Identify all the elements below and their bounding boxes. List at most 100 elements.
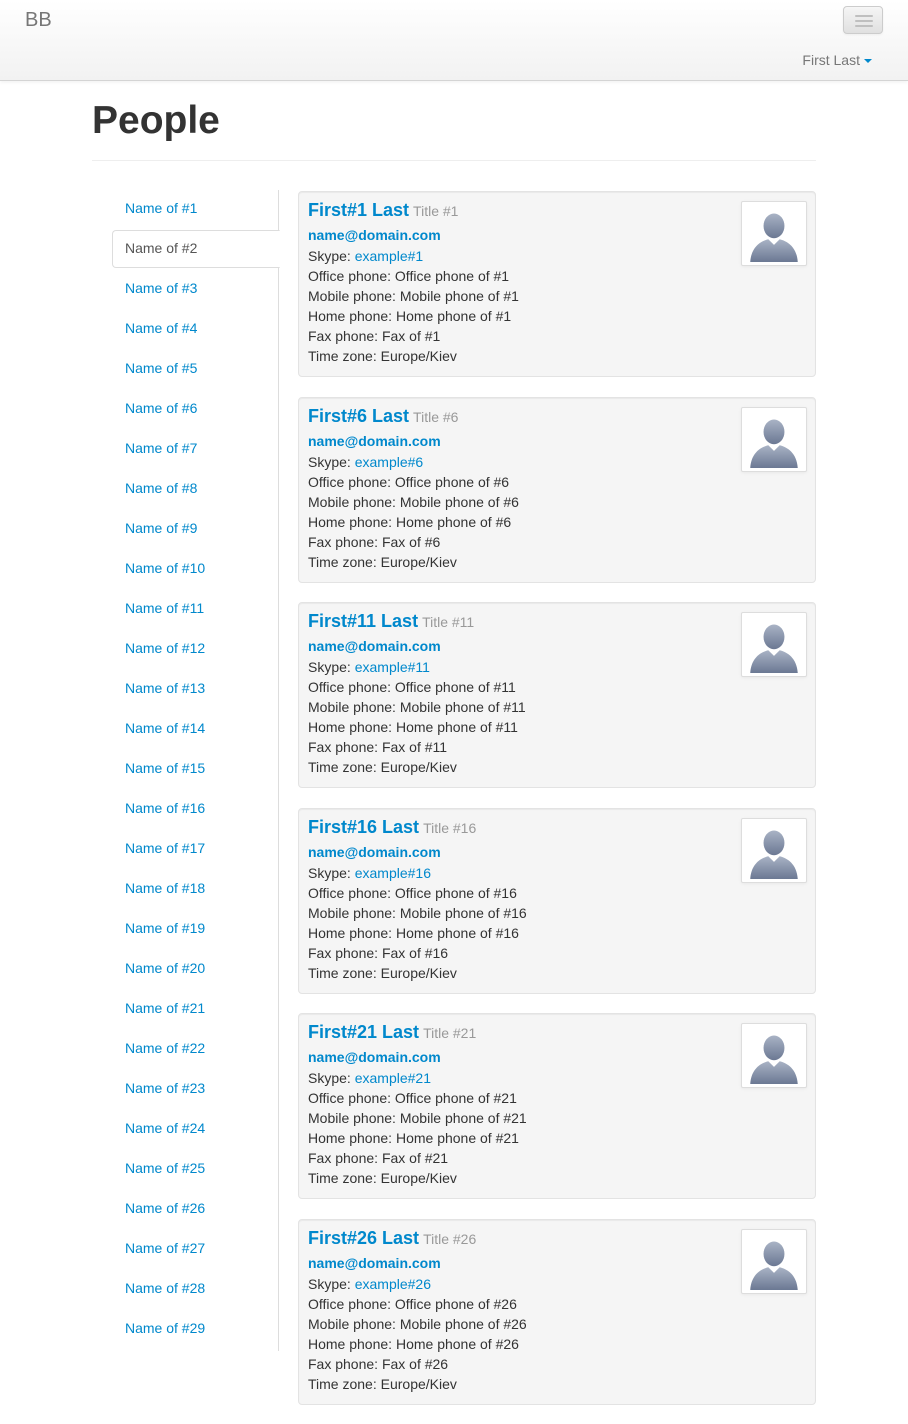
sidebar-item[interactable]: Name of #12 [112, 630, 279, 668]
sidebar-item-link[interactable]: Name of #8 [125, 480, 197, 496]
sidebar-item-link[interactable]: Name of #17 [125, 840, 205, 856]
avatar [741, 406, 807, 472]
person-email-link[interactable]: name@domain.com [308, 1049, 441, 1065]
person-name-link[interactable]: First#26 Last [308, 1228, 419, 1248]
sidebar-item[interactable]: Name of #6 [112, 390, 279, 428]
sidebar-item[interactable]: Name of #19 [112, 910, 279, 948]
person-name-link[interactable]: First#21 Last [308, 1022, 419, 1042]
sidebar-item[interactable]: Name of #18 [112, 870, 279, 908]
person-skype-link[interactable]: example#11 [355, 659, 430, 675]
menu-toggle-button[interactable] [843, 6, 883, 34]
person-skype-link[interactable]: example#1 [355, 248, 424, 264]
sidebar-item[interactable]: Name of #23 [112, 1070, 279, 1108]
sidebar-item[interactable]: Name of #10 [112, 550, 279, 588]
sidebar-item[interactable]: Name of #17 [112, 830, 279, 868]
user-menu[interactable]: First Last [802, 52, 872, 68]
person-skype-link[interactable]: example#26 [355, 1276, 431, 1292]
sidebar-item[interactable]: Name of #13 [112, 670, 279, 708]
sidebar-item-link[interactable]: Name of #20 [125, 960, 205, 976]
sidebar-item-link[interactable]: Name of #16 [125, 800, 205, 816]
sidebar-item[interactable]: Name of #16 [112, 790, 279, 828]
sidebar-item-link[interactable]: Name of #11 [125, 600, 204, 616]
person-skype-link[interactable]: example#6 [355, 454, 424, 470]
person-name-link[interactable]: First#6 Last [308, 406, 409, 426]
sidebar-item[interactable]: Name of #14 [112, 710, 279, 748]
person-office-label: Office phone: [308, 884, 395, 901]
sidebar-item-link[interactable]: Name of #1 [125, 200, 197, 216]
person-timezone-line: Time zone: Europe/Kiev [308, 759, 457, 775]
user-silhouette-icon [745, 410, 803, 468]
person-skype-line: Skype: example#16 [308, 865, 431, 881]
person-office-value: Office phone of #1 [394, 268, 510, 284]
person-name-link[interactable]: First#16 Last [308, 817, 419, 837]
sidebar-item-link[interactable]: Name of #9 [125, 520, 197, 536]
people-sidebar-nav: Name of #1 Name of #2 Name of #3 Name of #4… [112, 190, 280, 1351]
person-skype-link[interactable]: example#16 [355, 865, 431, 881]
person-mobile-label: Mobile phone: [308, 1315, 400, 1332]
sidebar-item[interactable]: Name of #1 [112, 190, 279, 228]
sidebar-item[interactable]: Name of #21 [112, 990, 279, 1028]
sidebar-item[interactable]: Name of #9 [112, 510, 279, 548]
person-name-link[interactable]: First#1 Last [308, 200, 409, 220]
person-email-link[interactable]: name@domain.com [308, 638, 441, 654]
person-timezone-value: Europe/Kiev [380, 1170, 457, 1186]
brand-link[interactable]: BB [25, 9, 52, 32]
sidebar-item-link[interactable]: Name of #28 [125, 1280, 205, 1296]
person-mobile-value: Mobile phone of #11 [399, 699, 526, 715]
person-fax-label: Fax phone: [308, 1150, 382, 1166]
person-email-link[interactable]: name@domain.com [308, 227, 441, 243]
sidebar-item[interactable]: Name of #5 [112, 350, 279, 388]
sidebar-item[interactable]: Name of #7 [112, 430, 279, 468]
sidebar-item-link[interactable]: Name of #7 [125, 440, 197, 456]
sidebar-item-link[interactable]: Name of #25 [125, 1160, 205, 1176]
sidebar-item-link[interactable]: Name of #4 [125, 320, 197, 336]
sidebar-item[interactable]: Name of #28 [112, 1270, 279, 1308]
sidebar-item[interactable]: Name of #22 [112, 1030, 279, 1068]
person-home-line: Home phone: Home phone of #21 [308, 1130, 519, 1146]
sidebar-item[interactable]: Name of #27 [112, 1230, 279, 1268]
sidebar-item[interactable]: Name of #4 [112, 310, 279, 348]
sidebar-item[interactable]: Name of #11 [112, 590, 279, 628]
sidebar-item[interactable]: Name of #20 [112, 950, 279, 988]
sidebar-item-link[interactable]: Name of #29 [125, 1320, 205, 1336]
person-fax-line: Fax phone: Fax of #21 [308, 1150, 448, 1166]
sidebar-item-link[interactable]: Name of #26 [125, 1200, 205, 1216]
sidebar-item-link[interactable]: Name of #23 [125, 1080, 205, 1096]
sidebar-item[interactable]: Name of #3 [112, 270, 279, 308]
person-office-value: Office phone of #21 [394, 1090, 517, 1106]
sidebar-item-link[interactable]: Name of #22 [125, 1040, 205, 1056]
person-email-link[interactable]: name@domain.com [308, 1255, 441, 1271]
person-header: First#6 Last Title #6 [308, 406, 458, 427]
sidebar-item-link[interactable]: Name of #10 [125, 560, 205, 576]
person-timezone-line: Time zone: Europe/Kiev [308, 554, 457, 570]
sidebar-item[interactable]: Name of #29 [112, 1310, 279, 1348]
sidebar-item-link[interactable]: Name of #3 [125, 280, 197, 296]
person-home-value: Home phone of #26 [395, 1335, 519, 1352]
person-name-link[interactable]: First#11 Last [308, 611, 418, 631]
sidebar-item-link[interactable]: Name of #19 [125, 920, 205, 936]
sidebar-item[interactable]: Name of #15 [112, 750, 279, 788]
sidebar-item-link[interactable]: Name of #13 [125, 680, 205, 696]
person-office-label: Office phone: [308, 1295, 395, 1312]
person-timezone-value: Europe/Kiev [380, 553, 457, 570]
sidebar-item-link[interactable]: Name of #14 [125, 720, 205, 736]
sidebar-item[interactable]: Name of #24 [112, 1110, 279, 1148]
sidebar-item-link[interactable]: Name of #18 [125, 880, 205, 896]
person-email-link[interactable]: name@domain.com [308, 844, 441, 860]
sidebar-item-link[interactable]: Name of #12 [125, 640, 205, 656]
sidebar-item-link[interactable]: Name of #21 [125, 1000, 205, 1016]
person-skype-link[interactable]: example#21 [355, 1070, 431, 1086]
sidebar-item-link[interactable]: Name of #27 [125, 1240, 205, 1256]
person-email-link[interactable]: name@domain.com [308, 433, 441, 449]
sidebar-item-link[interactable]: Name of #24 [125, 1120, 205, 1136]
sidebar-item-link[interactable]: Name of #6 [125, 400, 197, 416]
sidebar-item[interactable]: Name of #8 [112, 470, 279, 508]
sidebar-item[interactable]: Name of #26 [112, 1190, 279, 1228]
person-skype-line: Skype: example#21 [308, 1070, 431, 1086]
sidebar-item[interactable]: Name of #2 [112, 230, 280, 268]
person-home-label: Home phone: [308, 1335, 396, 1352]
sidebar-item-link[interactable]: Name of #5 [125, 360, 197, 376]
sidebar-item[interactable]: Name of #25 [112, 1150, 279, 1188]
sidebar-item-link[interactable]: Name of #15 [125, 760, 205, 776]
sidebar-item-link[interactable]: Name of #2 [125, 240, 197, 256]
